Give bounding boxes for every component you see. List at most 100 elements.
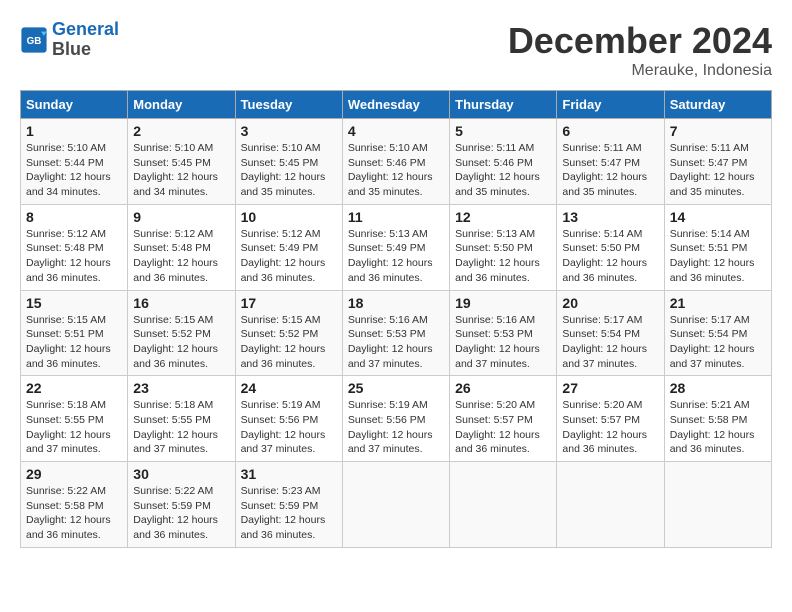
day-info: Sunrise: 5:19 AM Sunset: 5:56 PM Dayligh… [241, 398, 337, 457]
calendar-cell: 18 Sunrise: 5:16 AM Sunset: 5:53 PM Dayli… [342, 290, 449, 376]
day-info: Sunrise: 5:13 AM Sunset: 5:49 PM Dayligh… [348, 227, 444, 286]
calendar-cell: 30 Sunrise: 5:22 AM Sunset: 5:59 PM Dayli… [128, 462, 235, 548]
calendar-cell: 22 Sunrise: 5:18 AM Sunset: 5:55 PM Dayli… [21, 376, 128, 462]
day-info: Sunrise: 5:12 AM Sunset: 5:49 PM Dayligh… [241, 227, 337, 286]
day-number: 16 [133, 295, 229, 311]
calendar-cell: 23Sunrise: 5:18 AM Sunset: 5:55 PM Dayli… [128, 376, 235, 462]
day-info: Sunrise: 5:15 AM Sunset: 5:52 PM Dayligh… [133, 313, 229, 372]
calendar-cell: 3 Sunrise: 5:10 AM Sunset: 5:45 PM Daylig… [235, 119, 342, 205]
page-header: GB General Blue December 2024 Merauke, I… [20, 20, 772, 80]
day-number: 7 [670, 123, 766, 139]
calendar-cell: 31 Sunrise: 5:23 AM Sunset: 5:59 PM Dayli… [235, 462, 342, 548]
calendar-cell: 7 Sunrise: 5:11 AM Sunset: 5:47 PM Daylig… [664, 119, 771, 205]
day-info: Sunrise: 5:13 AM Sunset: 5:50 PM Dayligh… [455, 227, 551, 286]
day-info: Sunrise: 5:19 AM Sunset: 5:56 PM Dayligh… [348, 398, 444, 457]
day-info: Sunrise: 5:10 AM Sunset: 5:46 PM Dayligh… [348, 141, 444, 200]
calendar-week-row: 1 Sunrise: 5:10 AM Sunset: 5:44 PM Daylig… [21, 119, 772, 205]
day-number: 14 [670, 209, 766, 225]
day-info: Sunrise: 5:15 AM Sunset: 5:51 PM Dayligh… [26, 313, 122, 372]
day-number: 6 [562, 123, 658, 139]
day-number: 22 [26, 380, 122, 396]
month-title: December 2024 [508, 20, 772, 62]
weekday-header-tuesday: Tuesday [235, 91, 342, 119]
day-info: Sunrise: 5:23 AM Sunset: 5:59 PM Dayligh… [241, 484, 337, 543]
day-info: Sunrise: 5:12 AM Sunset: 5:48 PM Dayligh… [26, 227, 122, 286]
day-number: 12 [455, 209, 551, 225]
calendar-cell: 17 Sunrise: 5:15 AM Sunset: 5:52 PM Dayli… [235, 290, 342, 376]
calendar-week-row: 29Sunrise: 5:22 AM Sunset: 5:58 PM Dayli… [21, 462, 772, 548]
location: Merauke, Indonesia [508, 62, 772, 80]
day-number: 30 [133, 466, 229, 482]
day-number: 17 [241, 295, 337, 311]
calendar-cell: 11Sunrise: 5:13 AM Sunset: 5:49 PM Dayli… [342, 204, 449, 290]
calendar-cell: 19Sunrise: 5:16 AM Sunset: 5:53 PM Dayli… [450, 290, 557, 376]
day-info: Sunrise: 5:15 AM Sunset: 5:52 PM Dayligh… [241, 313, 337, 372]
weekday-header-sunday: Sunday [21, 91, 128, 119]
day-number: 18 [348, 295, 444, 311]
day-info: Sunrise: 5:18 AM Sunset: 5:55 PM Dayligh… [133, 398, 229, 457]
day-info: Sunrise: 5:12 AM Sunset: 5:48 PM Dayligh… [133, 227, 229, 286]
day-number: 21 [670, 295, 766, 311]
day-number: 26 [455, 380, 551, 396]
day-info: Sunrise: 5:10 AM Sunset: 5:45 PM Dayligh… [133, 141, 229, 200]
day-info: Sunrise: 5:11 AM Sunset: 5:46 PM Dayligh… [455, 141, 551, 200]
logo-line1: General [52, 19, 119, 39]
logo-text: General Blue [52, 20, 119, 60]
day-number: 15 [26, 295, 122, 311]
calendar-cell [342, 462, 449, 548]
day-info: Sunrise: 5:20 AM Sunset: 5:57 PM Dayligh… [562, 398, 658, 457]
calendar-header-row: SundayMondayTuesdayWednesdayThursdayFrid… [21, 91, 772, 119]
calendar-cell: 13Sunrise: 5:14 AM Sunset: 5:50 PM Dayli… [557, 204, 664, 290]
day-info: Sunrise: 5:10 AM Sunset: 5:45 PM Dayligh… [241, 141, 337, 200]
calendar-table: SundayMondayTuesdayWednesdayThursdayFrid… [20, 90, 772, 548]
calendar-cell: 16 Sunrise: 5:15 AM Sunset: 5:52 PM Dayli… [128, 290, 235, 376]
calendar-week-row: 15 Sunrise: 5:15 AM Sunset: 5:51 PM Dayli… [21, 290, 772, 376]
day-info: Sunrise: 5:21 AM Sunset: 5:58 PM Dayligh… [670, 398, 766, 457]
calendar-cell: 15 Sunrise: 5:15 AM Sunset: 5:51 PM Dayli… [21, 290, 128, 376]
weekday-header-wednesday: Wednesday [342, 91, 449, 119]
weekday-header-thursday: Thursday [450, 91, 557, 119]
day-number: 1 [26, 123, 122, 139]
day-number: 3 [241, 123, 337, 139]
day-number: 4 [348, 123, 444, 139]
calendar-cell: 24 Sunrise: 5:19 AM Sunset: 5:56 PM Dayli… [235, 376, 342, 462]
calendar-cell: 14Sunrise: 5:14 AM Sunset: 5:51 PM Dayli… [664, 204, 771, 290]
calendar-cell: 28Sunrise: 5:21 AM Sunset: 5:58 PM Dayli… [664, 376, 771, 462]
day-info: Sunrise: 5:22 AM Sunset: 5:59 PM Dayligh… [133, 484, 229, 543]
calendar-cell: 27Sunrise: 5:20 AM Sunset: 5:57 PM Dayli… [557, 376, 664, 462]
day-number: 10 [241, 209, 337, 225]
day-number: 31 [241, 466, 337, 482]
calendar-cell: 6 Sunrise: 5:11 AM Sunset: 5:47 PM Daylig… [557, 119, 664, 205]
calendar-cell: 12 Sunrise: 5:13 AM Sunset: 5:50 PM Dayli… [450, 204, 557, 290]
logo: GB General Blue [20, 20, 119, 60]
logo-line2: Blue [52, 39, 91, 59]
calendar-cell: 1 Sunrise: 5:10 AM Sunset: 5:44 PM Daylig… [21, 119, 128, 205]
logo-icon: GB [20, 26, 48, 54]
day-info: Sunrise: 5:11 AM Sunset: 5:47 PM Dayligh… [670, 141, 766, 200]
day-info: Sunrise: 5:20 AM Sunset: 5:57 PM Dayligh… [455, 398, 551, 457]
calendar-cell [450, 462, 557, 548]
calendar-cell: 9 Sunrise: 5:12 AM Sunset: 5:48 PM Daylig… [128, 204, 235, 290]
day-info: Sunrise: 5:18 AM Sunset: 5:55 PM Dayligh… [26, 398, 122, 457]
calendar-cell: 8 Sunrise: 5:12 AM Sunset: 5:48 PM Daylig… [21, 204, 128, 290]
day-number: 8 [26, 209, 122, 225]
calendar-week-row: 8 Sunrise: 5:12 AM Sunset: 5:48 PM Daylig… [21, 204, 772, 290]
day-number: 25 [348, 380, 444, 396]
svg-text:GB: GB [27, 36, 42, 47]
calendar-cell: 10 Sunrise: 5:12 AM Sunset: 5:49 PM Dayli… [235, 204, 342, 290]
day-info: Sunrise: 5:11 AM Sunset: 5:47 PM Dayligh… [562, 141, 658, 200]
calendar-cell: 20Sunrise: 5:17 AM Sunset: 5:54 PM Dayli… [557, 290, 664, 376]
calendar-cell [664, 462, 771, 548]
day-number: 24 [241, 380, 337, 396]
day-info: Sunrise: 5:10 AM Sunset: 5:44 PM Dayligh… [26, 141, 122, 200]
day-number: 5 [455, 123, 551, 139]
calendar-cell: 4 Sunrise: 5:10 AM Sunset: 5:46 PM Daylig… [342, 119, 449, 205]
day-number: 19 [455, 295, 551, 311]
day-number: 9 [133, 209, 229, 225]
title-area: December 2024 Merauke, Indonesia [508, 20, 772, 80]
calendar-body: 1 Sunrise: 5:10 AM Sunset: 5:44 PM Daylig… [21, 119, 772, 548]
day-info: Sunrise: 5:14 AM Sunset: 5:50 PM Dayligh… [562, 227, 658, 286]
calendar-cell: 2Sunrise: 5:10 AM Sunset: 5:45 PM Daylig… [128, 119, 235, 205]
day-info: Sunrise: 5:22 AM Sunset: 5:58 PM Dayligh… [26, 484, 122, 543]
day-info: Sunrise: 5:16 AM Sunset: 5:53 PM Dayligh… [348, 313, 444, 372]
